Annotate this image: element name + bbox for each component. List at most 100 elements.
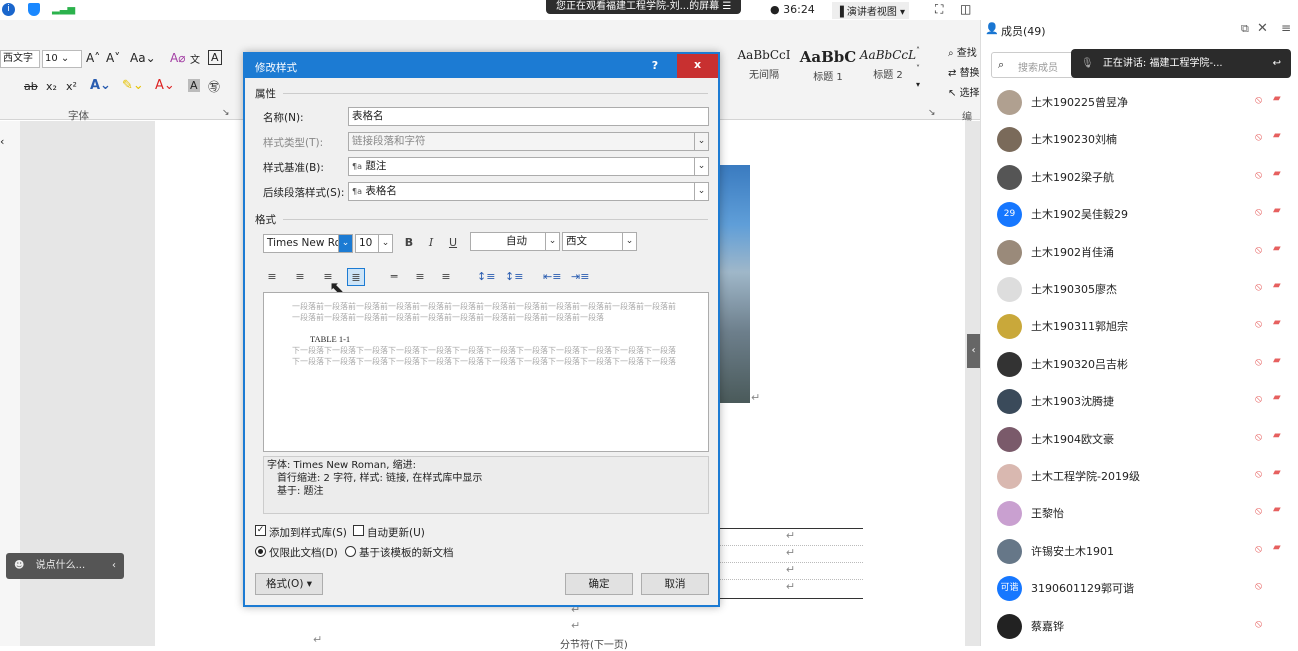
- muted-mic-icon[interactable]: ⦸: [1255, 542, 1262, 556]
- camera-off-icon[interactable]: ▰: [1273, 504, 1281, 515]
- ok-button[interactable]: 确定: [565, 573, 633, 595]
- camera-off-icon[interactable]: ▰: [1273, 542, 1281, 553]
- style-heading2[interactable]: AaBbCcL 标题 2: [856, 48, 920, 81]
- replace-button[interactable]: ⇄ 替换: [948, 64, 980, 79]
- shield-icon[interactable]: [28, 3, 40, 16]
- camera-off-icon[interactable]: ▰: [1273, 205, 1281, 216]
- chevron-down-icon[interactable]: ⌄: [694, 183, 708, 200]
- size-select[interactable]: 10 ⌄: [355, 234, 393, 253]
- layout-icon[interactable]: ◫: [960, 2, 971, 16]
- font-name-box[interactable]: 西文字: [0, 50, 40, 68]
- muted-mic-icon[interactable]: ⦸: [1255, 392, 1262, 406]
- camera-off-icon[interactable]: ▰: [1273, 467, 1281, 478]
- superscript-icon[interactable]: x²: [66, 80, 77, 93]
- close-icon[interactable]: ✕: [1257, 21, 1268, 36]
- camera-off-icon[interactable]: ▰: [1273, 130, 1281, 141]
- camera-off-icon[interactable]: ▰: [1273, 392, 1281, 403]
- phonetic-icon[interactable]: 文: [190, 51, 200, 66]
- style-scroll-down[interactable]: ˅: [916, 64, 920, 73]
- muted-mic-icon[interactable]: ⦸: [1255, 579, 1262, 593]
- justify-button[interactable]: ≣: [347, 268, 365, 286]
- clear-format-icon[interactable]: A⌀: [170, 51, 185, 65]
- back-icon[interactable]: ↩: [1273, 49, 1281, 78]
- camera-off-icon[interactable]: ▰: [1273, 430, 1281, 441]
- member-row[interactable]: 土木1904欧文豪 ⦸ ▰: [981, 421, 1298, 458]
- help-button[interactable]: ?: [635, 54, 675, 78]
- underline-button[interactable]: U: [444, 234, 462, 252]
- style-scroll-up[interactable]: ˄: [916, 46, 920, 55]
- style-no-spacing[interactable]: AaBbCcI 无间隔: [732, 48, 796, 81]
- find-button[interactable]: ⌕ 查找: [948, 44, 977, 59]
- member-row[interactable]: 土木1902梁子航 ⦸ ▰: [981, 159, 1298, 196]
- bold-button[interactable]: B: [400, 234, 418, 252]
- document-table[interactable]: ↵ ↵ ↵ ↵: [718, 528, 863, 599]
- camera-off-icon[interactable]: ▰: [1273, 317, 1281, 328]
- cancel-button[interactable]: 取消: [641, 573, 709, 595]
- style-base-select[interactable]: ¶a 题注 ⌄: [348, 157, 709, 176]
- member-row[interactable]: 可谐 3190601129郭可谐 ⦸: [981, 570, 1298, 607]
- document-image[interactable]: [718, 165, 750, 403]
- style-heading1[interactable]: AaBbC 标题 1: [796, 48, 860, 83]
- font-select[interactable]: Times New Ro ⌄: [263, 234, 353, 253]
- styles-dialog-launcher-icon[interactable]: ↘: [928, 108, 936, 118]
- chevron-down-icon[interactable]: ⌄: [545, 233, 559, 250]
- add-to-gallery-label[interactable]: 添加到样式库(S): [269, 525, 347, 540]
- color-select[interactable]: 自动 ⌄: [470, 232, 560, 251]
- member-row[interactable]: 土木工程学院-2019级 ⦸ ▰: [981, 458, 1298, 495]
- member-row[interactable]: 许锡安土木1901 ⦸ ▰: [981, 533, 1298, 570]
- char-shade-icon[interactable]: A: [188, 79, 200, 92]
- subscript-icon[interactable]: x₂: [46, 80, 57, 93]
- member-row[interactable]: 土木190230刘楠 ⦸ ▰: [981, 121, 1298, 158]
- panel-collapse-tab[interactable]: ‹: [967, 334, 980, 368]
- camera-off-icon[interactable]: ▰: [1273, 280, 1281, 291]
- muted-mic-icon[interactable]: ⦸: [1255, 168, 1262, 182]
- muted-mic-icon[interactable]: ⦸: [1255, 467, 1262, 481]
- member-row[interactable]: 土木190225曾昱净 ⦸ ▰: [981, 84, 1298, 121]
- member-row[interactable]: 土木190320吕吉彬 ⦸ ▰: [981, 346, 1298, 383]
- grow-font-icon[interactable]: A˄: [86, 51, 100, 65]
- member-row[interactable]: 土木190311郭旭宗 ⦸ ▰: [981, 308, 1298, 345]
- auto-update-label[interactable]: 自动更新(U): [367, 525, 425, 540]
- muted-mic-icon[interactable]: ⦸: [1255, 617, 1262, 631]
- name-field[interactable]: 表格名: [348, 107, 709, 126]
- increase-indent-button[interactable]: ⇥≡: [571, 268, 589, 286]
- font-color-icon[interactable]: A⌄: [155, 78, 175, 93]
- camera-off-icon[interactable]: ▰: [1273, 355, 1281, 366]
- muted-mic-icon[interactable]: ⦸: [1255, 280, 1262, 294]
- muted-mic-icon[interactable]: ⦸: [1255, 205, 1262, 219]
- muted-mic-icon[interactable]: ⦸: [1255, 243, 1262, 257]
- muted-mic-icon[interactable]: ⦸: [1255, 355, 1262, 369]
- style-more[interactable]: ▾: [916, 80, 920, 89]
- char-border-icon[interactable]: A: [208, 50, 222, 65]
- camera-off-icon[interactable]: ▰: [1273, 243, 1281, 254]
- popout-icon[interactable]: ⧉: [1241, 22, 1249, 36]
- italic-button[interactable]: I: [422, 234, 440, 252]
- add-to-gallery-checkbox[interactable]: ✓: [255, 525, 266, 536]
- onehalf-spacing-button[interactable]: ≡: [411, 268, 429, 286]
- align-center-button[interactable]: ≡: [291, 268, 309, 286]
- auto-update-checkbox[interactable]: [353, 525, 364, 536]
- member-row[interactable]: 土木1902肖佳涌 ⦸ ▰: [981, 234, 1298, 271]
- emoji-icon[interactable]: ☻: [14, 560, 24, 571]
- chat-input[interactable]: ☻ 说点什么... ‹: [6, 553, 124, 579]
- camera-off-icon[interactable]: ▰: [1273, 93, 1281, 104]
- muted-mic-icon[interactable]: ⦸: [1255, 430, 1262, 444]
- muted-mic-icon[interactable]: ⦸: [1255, 130, 1262, 144]
- only-doc-radio[interactable]: [255, 546, 266, 557]
- space-after-button[interactable]: ↕≡: [505, 268, 523, 286]
- decrease-indent-button[interactable]: ⇤≡: [543, 268, 561, 286]
- camera-off-icon[interactable]: ▰: [1273, 168, 1281, 179]
- chat-collapse-icon[interactable]: ‹: [112, 553, 116, 579]
- font-size-box[interactable]: 10 ⌄: [42, 50, 82, 68]
- menu-icon[interactable]: ≡: [1281, 21, 1291, 35]
- change-case-icon[interactable]: Aa⌄: [130, 51, 156, 65]
- font-dialog-launcher-icon[interactable]: ↘: [222, 108, 230, 118]
- double-spacing-button[interactable]: ≡: [437, 268, 455, 286]
- strikethrough-icon[interactable]: ab: [24, 80, 38, 93]
- muted-mic-icon[interactable]: ⦸: [1255, 504, 1262, 518]
- align-left-button[interactable]: ≡: [263, 268, 281, 286]
- select-button[interactable]: ↖ 选择: [948, 84, 980, 99]
- member-row[interactable]: 土木190305廖杰 ⦸ ▰: [981, 271, 1298, 308]
- chevron-down-icon[interactable]: ⌄: [622, 233, 636, 250]
- share-banner[interactable]: 您正在观看福建工程学院-刘...的屏幕 ☰: [546, 0, 742, 14]
